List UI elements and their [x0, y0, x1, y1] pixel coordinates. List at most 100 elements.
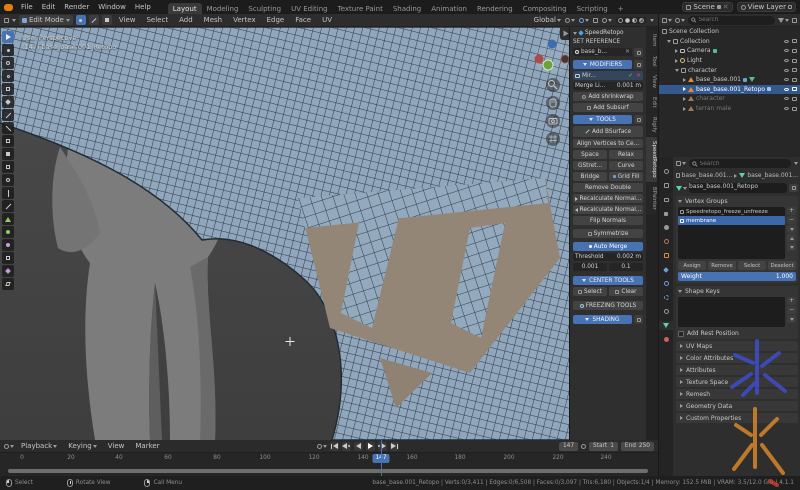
- hide-icon[interactable]: [784, 78, 789, 81]
- hide-icon[interactable]: [784, 69, 789, 72]
- tool-bevel[interactable]: [2, 174, 14, 186]
- tab-sculpting[interactable]: Sculpting: [243, 3, 286, 14]
- solid-shading-icon[interactable]: [625, 18, 630, 23]
- filter-dropdown[interactable]: [778, 18, 789, 23]
- remove-group-button[interactable]: −: [787, 216, 796, 224]
- menu-marker[interactable]: Marker: [131, 442, 163, 450]
- tool-inset[interactable]: [2, 161, 14, 173]
- screen-button[interactable]: [634, 48, 643, 57]
- snap-dropdown[interactable]: [565, 18, 575, 23]
- menu-playback[interactable]: Playback: [17, 442, 61, 450]
- shape-keys-list[interactable]: [678, 297, 785, 327]
- data-type-dropdown[interactable]: [676, 186, 687, 191]
- auto-keying-toggle[interactable]: [317, 444, 327, 449]
- menu-mesh[interactable]: Mesh: [200, 16, 226, 24]
- camera-restrict-icon[interactable]: [792, 49, 797, 53]
- auto-merge-toggle[interactable]: Auto Merge: [573, 242, 643, 251]
- add-group-button[interactable]: +: [787, 207, 796, 215]
- outliner-options-icon[interactable]: [792, 18, 797, 23]
- panel-uv-maps[interactable]: UV Maps: [676, 341, 798, 351]
- sidebar-tab-tool[interactable]: Tool: [646, 52, 657, 71]
- tab-compositing[interactable]: Compositing: [518, 3, 572, 14]
- end-frame-field[interactable]: End250: [621, 442, 654, 451]
- panel-remesh[interactable]: Remesh: [676, 389, 798, 399]
- tools-extra-button[interactable]: [634, 115, 643, 124]
- menu-edit[interactable]: Edit: [38, 3, 60, 11]
- hide-icon[interactable]: [784, 59, 789, 62]
- menu-help[interactable]: Help: [131, 3, 155, 11]
- tool-spin[interactable]: [2, 226, 14, 238]
- vertex-group-item-selected[interactable]: membrane: [678, 216, 785, 225]
- merge-limit-field[interactable]: Merge Li...0.001 m: [573, 82, 643, 90]
- fake-user-button[interactable]: [789, 184, 798, 192]
- edge-select-button[interactable]: [89, 15, 99, 25]
- editor-type-icon[interactable]: [4, 18, 9, 23]
- tab-object-data[interactable]: [659, 321, 673, 330]
- tool-loop-cut[interactable]: [2, 187, 14, 199]
- shading-dropdown-caret-icon[interactable]: [650, 19, 654, 22]
- outliner-display-mode[interactable]: [662, 18, 672, 23]
- gizmo-toggle-icon[interactable]: [593, 18, 598, 23]
- jump-to-start-button[interactable]: [330, 442, 339, 451]
- expand-caret-icon[interactable]: [683, 87, 686, 91]
- recalculate-normals-outside-button[interactable]: Recalculate Normal...: [573, 194, 643, 203]
- apply-modifier-icon[interactable]: ✓: [628, 73, 633, 79]
- tab-render[interactable]: [659, 181, 673, 190]
- menu-file[interactable]: File: [17, 3, 37, 11]
- weight-slider[interactable]: Weight1.000: [678, 272, 796, 281]
- viewport-3d[interactable]: User Perspective (147) base_base.001_Ret…: [0, 27, 658, 440]
- sidebar-tab-bpainter[interactable]: BPainter: [646, 183, 657, 214]
- tab-modeling[interactable]: Modeling: [202, 3, 244, 14]
- hide-icon[interactable]: [784, 97, 789, 100]
- camera-restrict-icon[interactable]: [792, 97, 797, 101]
- expand-caret-icon[interactable]: [683, 78, 686, 82]
- proportional-edit-dropdown[interactable]: [579, 18, 589, 23]
- new-layer-icon[interactable]: [788, 5, 792, 9]
- outliner-row-camera[interactable]: Camera: [659, 46, 800, 56]
- tool-cursor[interactable]: [2, 44, 14, 56]
- current-frame-field[interactable]: 147: [559, 442, 578, 451]
- tool-rotate[interactable]: [2, 70, 14, 82]
- tool-move[interactable]: [2, 57, 14, 69]
- timeline-editor-type[interactable]: [4, 444, 14, 449]
- panel-geometry-data[interactable]: Geometry Data: [676, 401, 798, 411]
- properties-search-input[interactable]: [700, 161, 788, 167]
- add-bsurface-button[interactable]: Add BSurface: [573, 126, 643, 137]
- threshold-preset-01[interactable]: 0.1: [609, 263, 643, 271]
- menu-window[interactable]: Window: [94, 3, 130, 11]
- tool-knife[interactable]: [2, 200, 14, 212]
- material-shading-icon[interactable]: [632, 18, 637, 23]
- tools-header[interactable]: TOOLS: [573, 115, 632, 124]
- properties-options-caret-icon[interactable]: [794, 162, 798, 165]
- symmetrize-button[interactable]: Symmetrize: [573, 229, 643, 238]
- sidebar-tab-view[interactable]: View: [646, 71, 657, 92]
- modifiers-header[interactable]: MODIFIERS: [573, 60, 632, 69]
- grid-fill-button[interactable]: Grid Fill: [609, 172, 643, 181]
- menu-vertex[interactable]: Vertex: [229, 16, 260, 24]
- panel-color-attributes[interactable]: Color Attributes: [676, 353, 798, 363]
- menu-add[interactable]: Add: [175, 16, 197, 24]
- expand-caret-icon[interactable]: [683, 97, 686, 101]
- panel-header[interactable]: SpeedRetopo: [573, 30, 643, 36]
- outliner-scene-mode[interactable]: [675, 18, 685, 23]
- tab-texture-paint[interactable]: Texture Paint: [333, 3, 388, 14]
- tool-edge-slide[interactable]: [2, 252, 14, 264]
- tab-layout[interactable]: Layout: [168, 3, 202, 14]
- breadcrumb-data[interactable]: base_base.001...: [747, 172, 798, 179]
- tab-view-layer[interactable]: [659, 209, 673, 218]
- hide-icon[interactable]: [784, 88, 789, 91]
- panel-attributes[interactable]: Attributes: [676, 365, 798, 375]
- outliner-row-terran-male[interactable]: terran male: [659, 104, 800, 114]
- timeline-scrollbar[interactable]: [8, 469, 648, 473]
- center-tools-header[interactable]: CENTER TOOLS: [573, 276, 643, 285]
- shading-extra-button[interactable]: [634, 315, 643, 324]
- tab-material[interactable]: [659, 335, 673, 344]
- menu-uv[interactable]: UV: [318, 16, 336, 24]
- recalculate-normals-inside-button[interactable]: Recalculate Normal...: [573, 205, 643, 214]
- space-button[interactable]: Space: [573, 150, 607, 159]
- delete-modifier-icon[interactable]: ✕: [636, 73, 641, 79]
- tab-constraints[interactable]: [659, 307, 673, 316]
- play-reverse-button[interactable]: [354, 442, 363, 451]
- panel-custom-properties[interactable]: Custom Properties: [676, 413, 798, 423]
- mirror-modifier-row[interactable]: Mir... ✓✕: [573, 71, 643, 80]
